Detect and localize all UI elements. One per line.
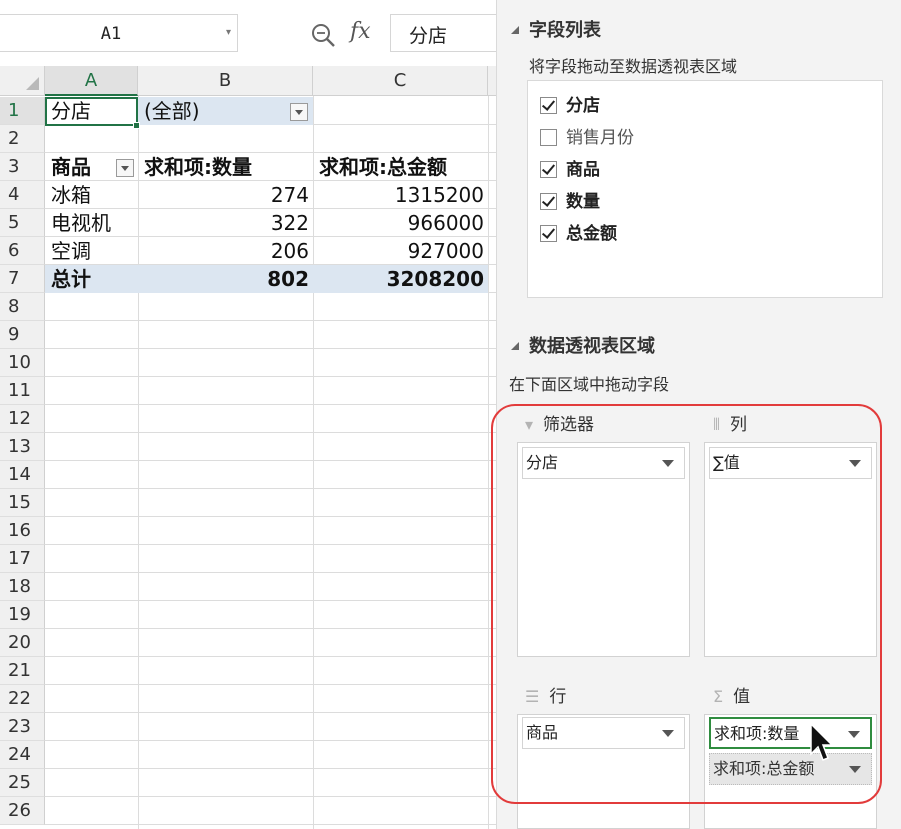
qty-cell[interactable]: 206 [138,237,309,265]
cell-grid[interactable]: A B C 1 2 3 4 5 6 7 8 9 10 11 12 13 14 15 16 17 18 19 20 21 2… [0,66,496,829]
column-header-c[interactable]: C [313,66,488,96]
total-label-cell[interactable]: 总计 [51,265,91,293]
qty-cell[interactable]: 322 [138,209,309,237]
row-label-dropdown-button[interactable] [116,159,134,177]
row-header[interactable]: 3 [0,153,45,181]
name-box-value: A1 [100,24,122,44]
checkbox-checked-icon[interactable] [540,97,557,114]
row-header[interactable]: 12 [0,405,45,433]
total-qty-cell[interactable]: 802 [138,265,309,293]
zoom-icon[interactable] [310,22,336,48]
qty-column-header[interactable]: 求和项:数量 [144,153,252,181]
checkbox-checked-icon[interactable] [540,161,557,178]
select-all-corner[interactable] [0,66,45,96]
checkbox-unchecked-icon[interactable] [540,129,557,146]
item-cell[interactable]: 冰箱 [51,181,91,209]
row-header[interactable]: 6 [0,237,45,265]
row-header[interactable]: 22 [0,685,45,713]
name-box[interactable]: A1 ▾ [0,14,238,52]
row-header[interactable]: 8 [0,293,45,321]
fx-icon[interactable]: fx [350,19,371,44]
amount-cell[interactable]: 966000 [313,209,484,237]
field-item-quantity[interactable]: 数量 [540,187,600,212]
column-header-d[interactable] [488,66,496,96]
item-cell[interactable]: 空调 [51,237,91,265]
row-header[interactable]: 2 [0,125,45,153]
filter-dropdown-button[interactable] [290,103,308,121]
field-item-branch[interactable]: 分店 [540,91,600,116]
row-header[interactable]: 18 [0,573,45,601]
total-amount-cell[interactable]: 3208200 [313,265,484,293]
row-header[interactable]: 10 [0,349,45,377]
row-header[interactable]: 26 [0,797,45,825]
field-item-product[interactable]: 商品 [540,155,600,180]
field-list-instruction: 将字段拖动至数据透视表区域 [529,57,738,76]
pivot-areas-title: 数据透视表区域 [529,336,655,357]
row-header[interactable]: 4 [0,181,45,209]
spreadsheet: A1 ▾ fx 分店 A B C 1 2 3 4 5 6 7 8 9 10 11 12 13 14 15 16… [0,0,496,829]
row-header[interactable]: 11 [0,377,45,405]
row-header[interactable]: 9 [0,321,45,349]
row-header[interactable]: 16 [0,517,45,545]
pivot-field-pane: 字段列表 将字段拖动至数据透视表区域 分店 销售月份 商品 数量 总金额 数据透… [491,0,901,829]
amount-cell[interactable]: 927000 [313,237,484,265]
field-list-title: 字段列表 [529,20,601,41]
field-item-sales-month[interactable]: 销售月份 [540,123,634,148]
row-header[interactable]: 1 [0,97,45,125]
formula-value: 分店 [409,25,448,47]
field-list-section-header[interactable]: 字段列表 [511,16,601,42]
amount-cell[interactable]: 1315200 [313,181,484,209]
row-header[interactable]: 17 [0,545,45,573]
column-header-b[interactable]: B [138,66,313,96]
checkbox-checked-icon[interactable] [540,193,557,210]
filter-value-cell[interactable]: (全部) [144,97,200,125]
row-header[interactable]: 7 [0,265,45,293]
row-header[interactable]: 20 [0,629,45,657]
formula-input[interactable]: 分店 [390,14,496,52]
row-header[interactable]: 14 [0,461,45,489]
amount-column-header[interactable]: 求和项:总金额 [319,153,447,181]
row-header[interactable]: 24 [0,741,45,769]
row-header[interactable]: 23 [0,713,45,741]
field-item-total-amount[interactable]: 总金额 [540,219,617,244]
mouse-cursor-icon [810,722,834,761]
row-header[interactable]: 21 [0,657,45,685]
formula-bar: A1 ▾ fx 分店 [0,0,496,66]
column-header-a[interactable]: A [45,66,138,96]
pivot-areas-section-header[interactable]: 数据透视表区域 [511,332,655,358]
pivot-areas-instruction: 在下面区域中拖动字段 [509,375,670,394]
active-cell-selection [45,97,138,126]
fill-handle[interactable] [133,122,140,129]
row-header[interactable]: 19 [0,601,45,629]
qty-cell[interactable]: 274 [138,181,309,209]
row-label-header[interactable]: 商品 [51,153,91,181]
row-header[interactable]: 15 [0,489,45,517]
row-header[interactable]: 5 [0,209,45,237]
item-cell[interactable]: 电视机 [51,209,111,237]
row-header[interactable]: 25 [0,769,45,797]
collapse-triangle-icon[interactable] [511,342,519,350]
collapse-triangle-icon[interactable] [511,26,519,34]
row-header[interactable]: 13 [0,433,45,461]
checkbox-checked-icon[interactable] [540,225,557,242]
chevron-down-icon[interactable]: ▾ [226,27,231,38]
field-list: 分店 销售月份 商品 数量 总金额 [527,80,883,298]
